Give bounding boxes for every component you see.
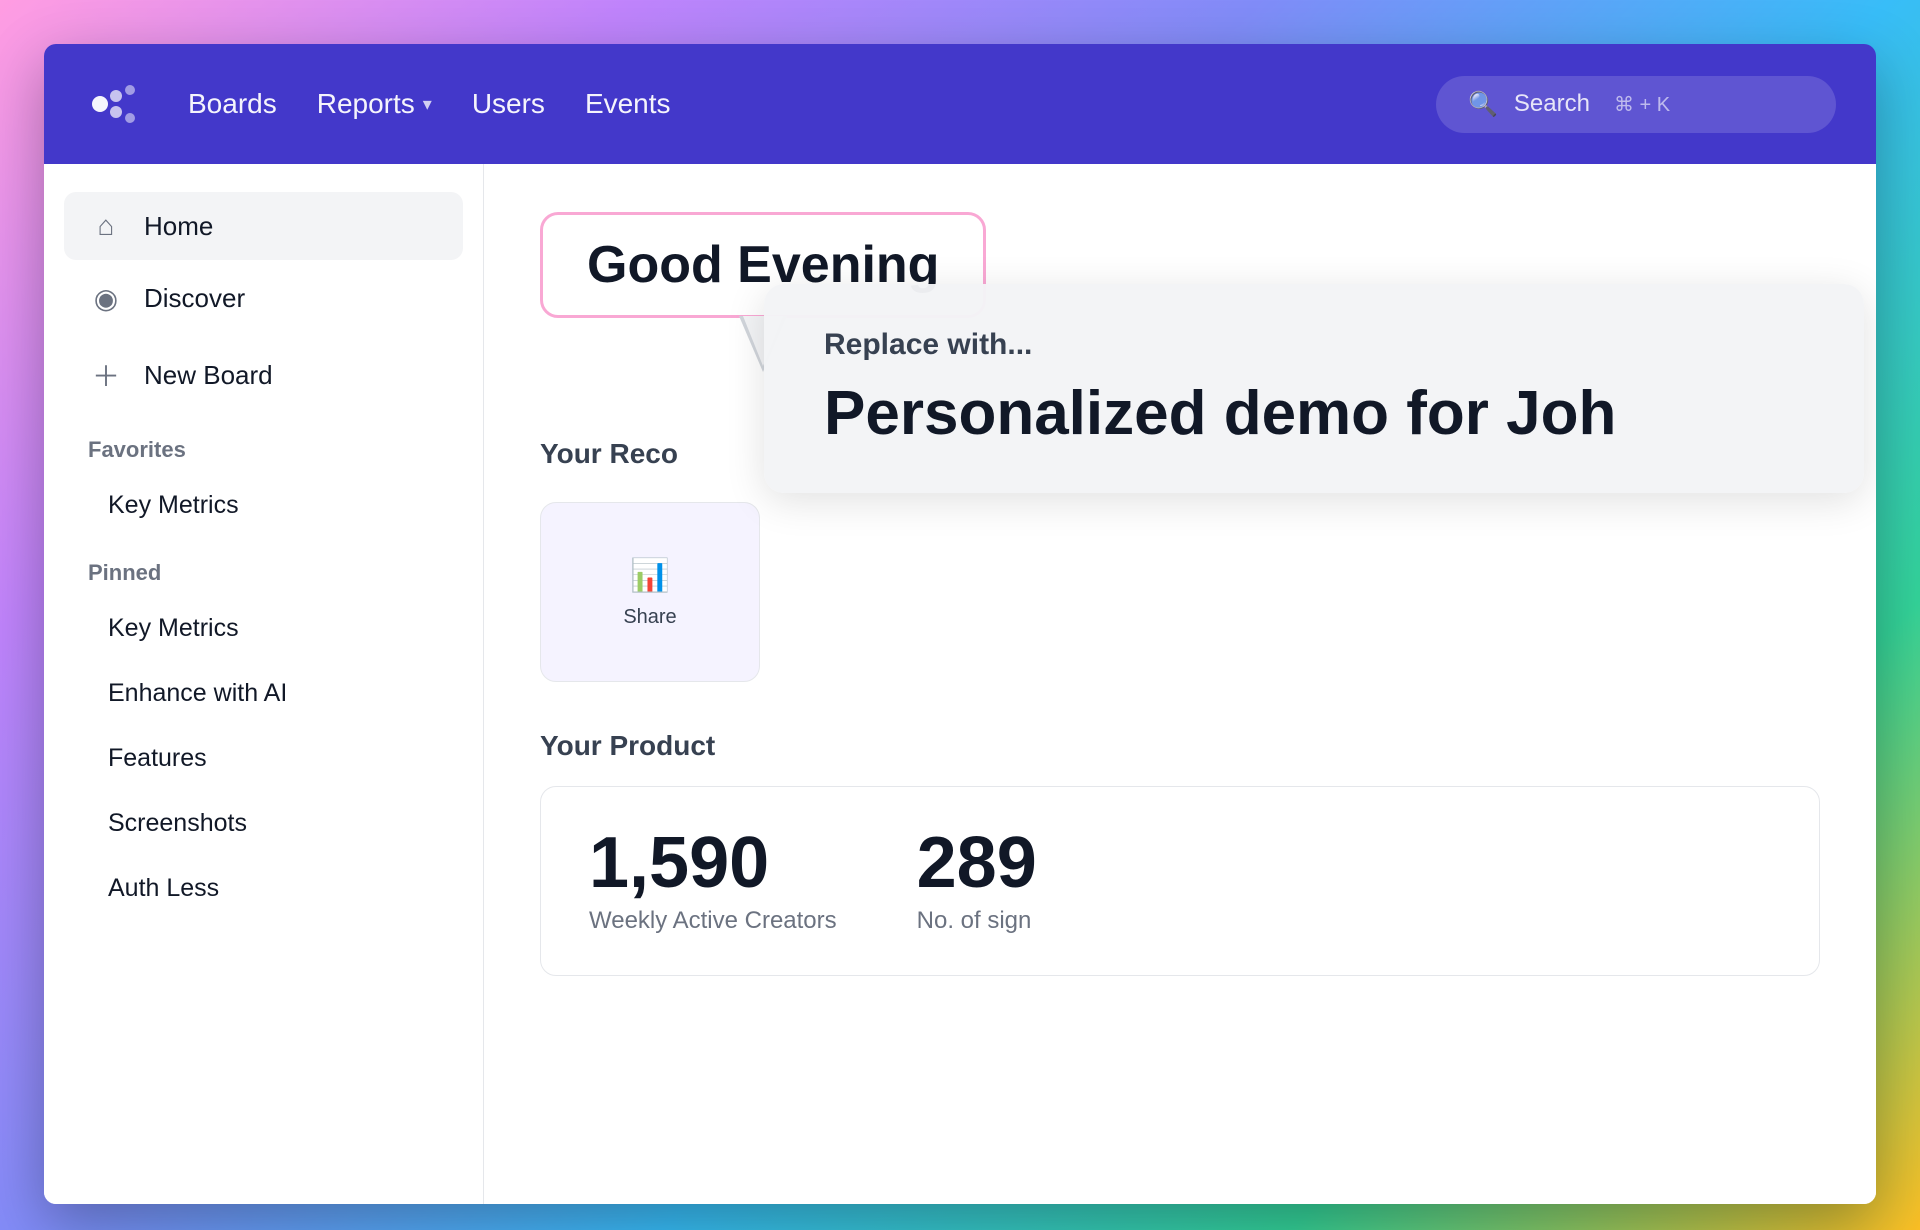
pinned-enhance-ai-label: Enhance with AI [108, 679, 287, 708]
nav-boards[interactable]: Boards [188, 88, 277, 120]
sidebar-item-pinned-auth-less[interactable]: Auth Less [64, 858, 463, 919]
sidebar-item-pinned-features[interactable]: Features [64, 728, 463, 789]
boards-row: 📊 Share [540, 502, 1820, 682]
pinned-features-label: Features [108, 744, 207, 773]
search-icon: 🔍 [1468, 90, 1498, 119]
metric1-value: 1,590 [589, 827, 837, 899]
app-window: Boards Reports ▾ Users Events 🔍 Search ⌘… [44, 44, 1876, 1204]
board-card-share[interactable]: 📊 Share [540, 502, 760, 682]
nav-reports[interactable]: Reports ▾ [317, 88, 432, 120]
favorites-section-label: Favorites [64, 417, 463, 471]
content-area: ⌂ Home ◉ Discover ＋ New Board Favorites … [44, 164, 1876, 1204]
search-bar[interactable]: 🔍 Search ⌘ + K [1436, 76, 1836, 133]
pinned-auth-less-label: Auth Less [108, 874, 219, 903]
sidebar-item-discover[interactable]: ◉ Discover [64, 264, 463, 333]
sidebar-item-pinned-screenshots[interactable]: Screenshots [64, 793, 463, 854]
nav-reports-label: Reports [317, 88, 415, 120]
compass-icon: ◉ [88, 282, 124, 315]
main-content: Good Evening Your Reco 📊 Share Your Prod… [484, 164, 1876, 1204]
sidebar-item-pinned-key-metrics[interactable]: Key Metrics [64, 598, 463, 659]
metric1-label: Weekly Active Creators [589, 907, 837, 935]
sidebar-item-home[interactable]: ⌂ Home [64, 192, 463, 260]
nav-users[interactable]: Users [472, 88, 545, 120]
chart-icon: 📊 [630, 556, 670, 594]
sidebar-discover-label: Discover [144, 283, 245, 314]
tooltip-replace-text: Replace with... [824, 328, 1804, 362]
sidebar-new-board-label: New Board [144, 360, 273, 391]
reports-chevron-icon: ▾ [423, 94, 432, 115]
sidebar-item-favorites-key-metrics[interactable]: Key Metrics [64, 475, 463, 536]
sidebar-item-pinned-enhance-ai[interactable]: Enhance with AI [64, 663, 463, 724]
product-section: Your Product 1,590 Weekly Active Creator… [540, 730, 1820, 976]
nav-users-label: Users [472, 88, 545, 120]
sidebar: ⌂ Home ◉ Discover ＋ New Board Favorites … [44, 164, 484, 1204]
metric-weekly-active: 1,590 Weekly Active Creators [589, 827, 837, 935]
search-label: Search [1514, 90, 1590, 118]
plus-icon: ＋ [88, 355, 124, 395]
app-logo[interactable] [84, 76, 140, 132]
nav-events-label: Events [585, 88, 671, 120]
recent-section-heading: Your Reco [540, 438, 678, 470]
nav-boards-label: Boards [188, 88, 277, 120]
tooltip-popup: Replace with... Personalized demo for Jo… [764, 284, 1864, 493]
pinned-section-label: Pinned [64, 540, 463, 594]
tooltip-main-text: Personalized demo for Joh [824, 378, 1804, 449]
pinned-screenshots-label: Screenshots [108, 809, 247, 838]
favorites-key-metrics-label: Key Metrics [108, 491, 239, 520]
sidebar-item-new-board[interactable]: ＋ New Board [64, 337, 463, 413]
sidebar-home-label: Home [144, 211, 213, 242]
product-card: 1,590 Weekly Active Creators 289 No. of … [540, 786, 1820, 976]
pinned-key-metrics-label: Key Metrics [108, 614, 239, 643]
home-icon: ⌂ [88, 210, 124, 242]
topbar: Boards Reports ▾ Users Events 🔍 Search ⌘… [44, 44, 1876, 164]
metric2-label: No. of sign [917, 907, 1037, 935]
metric-signups: 289 No. of sign [917, 827, 1037, 935]
nav-links: Boards Reports ▾ Users Events [188, 88, 1388, 120]
metric2-value: 289 [917, 827, 1037, 899]
nav-events[interactable]: Events [585, 88, 671, 120]
board-card-label: Share [623, 606, 676, 629]
product-section-heading: Your Product [540, 730, 1820, 762]
search-shortcut: ⌘ + K [1614, 92, 1670, 117]
